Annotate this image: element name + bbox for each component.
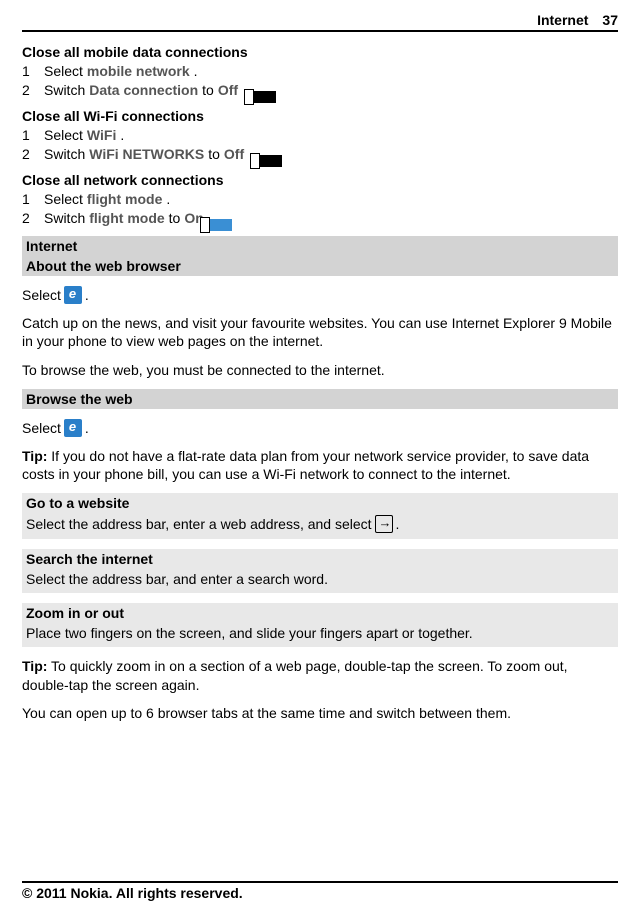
tabs-paragraph: You can open up to 6 browser tabs at the… bbox=[22, 704, 618, 722]
step-number: 2 bbox=[22, 146, 44, 162]
step-row: 1 Select flight mode. bbox=[22, 191, 618, 207]
header-section: Internet bbox=[537, 12, 588, 28]
page-header: Internet 37 bbox=[22, 12, 618, 32]
footer-copyright: © 2011 Nokia. All rights reserved. bbox=[22, 881, 618, 901]
search-internet-body: Select the address bar, and enter a sear… bbox=[22, 569, 618, 593]
steps-wifi: 1 Select WiFi. 2 Switch WiFi NETWORKS to… bbox=[22, 127, 618, 162]
browse-tip: Tip: If you do not have a flat-rate data… bbox=[22, 447, 618, 483]
go-arrow-icon bbox=[375, 515, 393, 533]
select-browser-line-2: Select . bbox=[22, 419, 618, 437]
select-browser-line: Select . bbox=[22, 286, 618, 304]
header-search-internet: Search the internet bbox=[22, 549, 618, 569]
step-number: 1 bbox=[22, 127, 44, 143]
step-number: 2 bbox=[22, 210, 44, 226]
header-page-number: 37 bbox=[602, 12, 618, 28]
about-paragraph-2: To browse the web, you must be connected… bbox=[22, 361, 618, 379]
header-browse-web: Browse the web bbox=[22, 389, 618, 409]
step-text: Select WiFi. bbox=[44, 127, 124, 143]
step-text: Select flight mode. bbox=[44, 191, 170, 207]
step-row: 1 Select mobile network. bbox=[22, 63, 618, 79]
step-row: 2 Switch Data connection to Off . bbox=[22, 82, 618, 98]
steps-flight-mode: 1 Select flight mode. 2 Switch flight mo… bbox=[22, 191, 618, 226]
goto-website-body: Select the address bar, enter a web addr… bbox=[22, 513, 618, 539]
step-number: 1 bbox=[22, 63, 44, 79]
section-title-mobile-data: Close all mobile data connections bbox=[22, 44, 618, 60]
about-paragraph-1: Catch up on the news, and visit your fav… bbox=[22, 314, 618, 350]
header-goto-website: Go to a website bbox=[22, 493, 618, 513]
internet-explorer-icon bbox=[64, 286, 82, 304]
header-internet: Internet bbox=[22, 236, 618, 256]
header-about-browser: About the web browser bbox=[22, 256, 618, 276]
step-row: 1 Select WiFi. bbox=[22, 127, 618, 143]
zoom-tip: Tip: To quickly zoom in on a section of … bbox=[22, 657, 618, 693]
step-text: Switch flight mode to On . bbox=[44, 210, 218, 226]
zoom-body: Place two fingers on the screen, and sli… bbox=[22, 623, 618, 647]
step-text: Switch WiFi NETWORKS to Off . bbox=[44, 146, 258, 162]
step-text: Switch Data connection to Off . bbox=[44, 82, 252, 98]
step-number: 1 bbox=[22, 191, 44, 207]
section-title-wifi: Close all Wi-Fi connections bbox=[22, 108, 618, 124]
step-text: Select mobile network. bbox=[44, 63, 198, 79]
header-zoom: Zoom in or out bbox=[22, 603, 618, 623]
section-title-flight-mode: Close all network connections bbox=[22, 172, 618, 188]
step-row: 2 Switch WiFi NETWORKS to Off . bbox=[22, 146, 618, 162]
step-row: 2 Switch flight mode to On . bbox=[22, 210, 618, 226]
steps-mobile-data: 1 Select mobile network. 2 Switch Data c… bbox=[22, 63, 618, 98]
internet-explorer-icon bbox=[64, 419, 82, 437]
step-number: 2 bbox=[22, 82, 44, 98]
